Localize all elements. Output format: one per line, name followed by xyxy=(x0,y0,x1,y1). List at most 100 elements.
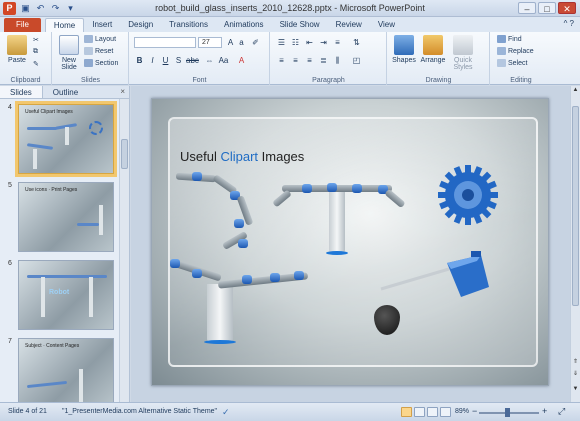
close-button[interactable]: ✕ xyxy=(558,2,576,14)
italic-icon[interactable]: I xyxy=(147,56,158,65)
robot-arm xyxy=(26,380,68,389)
oil-can-icon[interactable] xyxy=(377,249,497,309)
scroll-thumb[interactable] xyxy=(572,106,579,306)
line-spacing-icon[interactable]: ≡ xyxy=(332,38,343,47)
spacing-icon[interactable]: ⇔ xyxy=(204,56,215,65)
tab-animations[interactable]: Animations xyxy=(216,18,272,32)
zoom-in-icon[interactable]: + xyxy=(542,406,547,416)
slide-title[interactable]: Useful Clipart Images xyxy=(180,149,304,164)
reading-view-icon[interactable] xyxy=(427,407,438,417)
change-case-icon[interactable]: Aa xyxy=(218,56,229,65)
tab-outline[interactable]: Outline xyxy=(43,86,88,98)
decrease-indent-icon[interactable]: ⇤ xyxy=(304,38,315,47)
columns-icon[interactable]: ⫼ xyxy=(332,56,343,66)
robot-stand xyxy=(79,369,83,405)
next-slide-icon[interactable]: ⇓ xyxy=(571,370,580,377)
fit-to-window-icon[interactable]: ⤢ xyxy=(558,406,565,417)
align-right-icon[interactable]: ≡ xyxy=(304,56,315,65)
robot-stand xyxy=(41,277,45,317)
robot-stand xyxy=(99,205,103,235)
shrink-font-icon[interactable]: a xyxy=(236,38,247,47)
robot-stand xyxy=(89,277,93,317)
quick-styles-button[interactable]: Quick Styles xyxy=(448,35,478,71)
robot-stand-base xyxy=(204,340,236,344)
minimize-button[interactable]: – xyxy=(518,2,536,14)
paste-button[interactable]: Paste xyxy=(4,35,30,64)
cut-icon[interactable]: ✂ xyxy=(33,36,39,44)
slide-thumbnail[interactable]: Use icons · Print Pages xyxy=(18,182,114,252)
arm-joint xyxy=(192,172,202,181)
slide-thumbnail[interactable]: Useful Clipart Images xyxy=(15,101,117,177)
numbering-icon[interactable]: ☷ xyxy=(290,38,301,47)
robot-stand xyxy=(207,284,233,342)
maximize-button[interactable]: □ xyxy=(538,2,556,14)
gear-icon xyxy=(89,121,103,135)
bullets-icon[interactable]: ☰ xyxy=(276,38,287,47)
replace-button[interactable]: Replace xyxy=(497,47,534,55)
section-button[interactable]: Section xyxy=(84,59,118,67)
new-slide-button[interactable]: New Slide xyxy=(56,35,82,71)
arm-joint xyxy=(294,271,304,280)
text-direction-icon[interactable]: ⇅ xyxy=(351,38,362,47)
scroll-up-icon[interactable]: ▲ xyxy=(571,87,580,93)
zoom-out-icon[interactable]: − xyxy=(472,406,477,416)
justify-icon[interactable]: ≣ xyxy=(318,56,329,65)
slide-thumbnail[interactable]: Robot xyxy=(18,260,114,330)
copy-icon[interactable]: ⧉ xyxy=(33,48,38,56)
scroll-thumb[interactable] xyxy=(121,139,128,169)
tab-transitions[interactable]: Transitions xyxy=(161,18,216,32)
tab-slides[interactable]: Slides xyxy=(0,86,43,98)
current-slide[interactable]: Useful Clipart Images xyxy=(151,98,549,386)
arrange-icon xyxy=(423,35,443,55)
slide-scrollbar[interactable]: ▲ ⇑ ⇓ ▼ xyxy=(570,86,580,402)
strikethrough-icon[interactable]: abc xyxy=(186,56,199,65)
find-icon xyxy=(497,35,506,43)
arrange-button[interactable]: Arrange xyxy=(419,35,447,64)
bold-icon[interactable]: B xyxy=(134,56,145,65)
format-painter-icon[interactable]: ✎ xyxy=(33,60,39,68)
align-center-icon[interactable]: ≡ xyxy=(290,56,301,65)
slide-number: 6 xyxy=(8,260,12,267)
theme-name[interactable]: "1_PresenterMedia.com Alternative Static… xyxy=(62,408,217,415)
find-button[interactable]: Find xyxy=(497,35,522,43)
increase-indent-icon[interactable]: ⇥ xyxy=(318,38,329,47)
layout-button[interactable]: Layout xyxy=(84,35,116,43)
robot-arm xyxy=(77,223,99,226)
tab-file[interactable]: File xyxy=(4,18,41,32)
align-left-icon[interactable]: ≡ xyxy=(276,56,287,65)
grow-font-icon[interactable]: A xyxy=(225,38,236,47)
close-icon[interactable]: × xyxy=(120,87,125,96)
zoom-level[interactable]: 89% xyxy=(455,408,469,415)
font-size-field[interactable]: 27 xyxy=(198,37,222,48)
underline-icon[interactable]: U xyxy=(160,56,171,65)
tab-home[interactable]: Home xyxy=(44,18,85,32)
select-button[interactable]: Select xyxy=(497,59,527,67)
slide-thumbnail[interactable]: Subject · Content Pages xyxy=(18,338,114,408)
shapes-button[interactable]: Shapes xyxy=(390,35,418,64)
clear-format-icon[interactable]: ✐ xyxy=(250,38,261,47)
smartart-icon[interactable]: ◰ xyxy=(351,56,362,65)
font-name-field[interactable] xyxy=(134,37,196,48)
arm-segment xyxy=(282,185,392,192)
help-icon[interactable]: ^ ? xyxy=(564,19,574,28)
tab-insert[interactable]: Insert xyxy=(84,18,120,32)
shadow-icon[interactable]: S xyxy=(173,56,184,65)
tab-slide-show[interactable]: Slide Show xyxy=(272,18,328,32)
gear-icon[interactable] xyxy=(437,164,499,226)
reset-button[interactable]: Reset xyxy=(84,47,113,55)
tab-design[interactable]: Design xyxy=(120,18,161,32)
slide-show-icon[interactable] xyxy=(440,407,451,417)
slides-group: New Slide Layout Reset Section Slides xyxy=(53,32,129,85)
pane-scrollbar[interactable] xyxy=(119,99,129,402)
prev-slide-icon[interactable]: ⇑ xyxy=(571,358,580,365)
scroll-down-icon[interactable]: ▼ xyxy=(571,386,580,392)
normal-view-icon[interactable] xyxy=(401,407,412,417)
slide-sorter-icon[interactable] xyxy=(414,407,425,417)
spell-check-icon[interactable]: ✓ xyxy=(222,407,230,418)
zoom-slider-handle[interactable] xyxy=(505,408,510,417)
editing-group: Find Replace Select Editing xyxy=(491,32,551,85)
slide-counter: Slide 4 of 21 xyxy=(8,408,47,415)
tab-view[interactable]: View xyxy=(370,18,403,32)
tab-review[interactable]: Review xyxy=(328,18,370,32)
font-color-icon[interactable]: A xyxy=(236,56,247,65)
